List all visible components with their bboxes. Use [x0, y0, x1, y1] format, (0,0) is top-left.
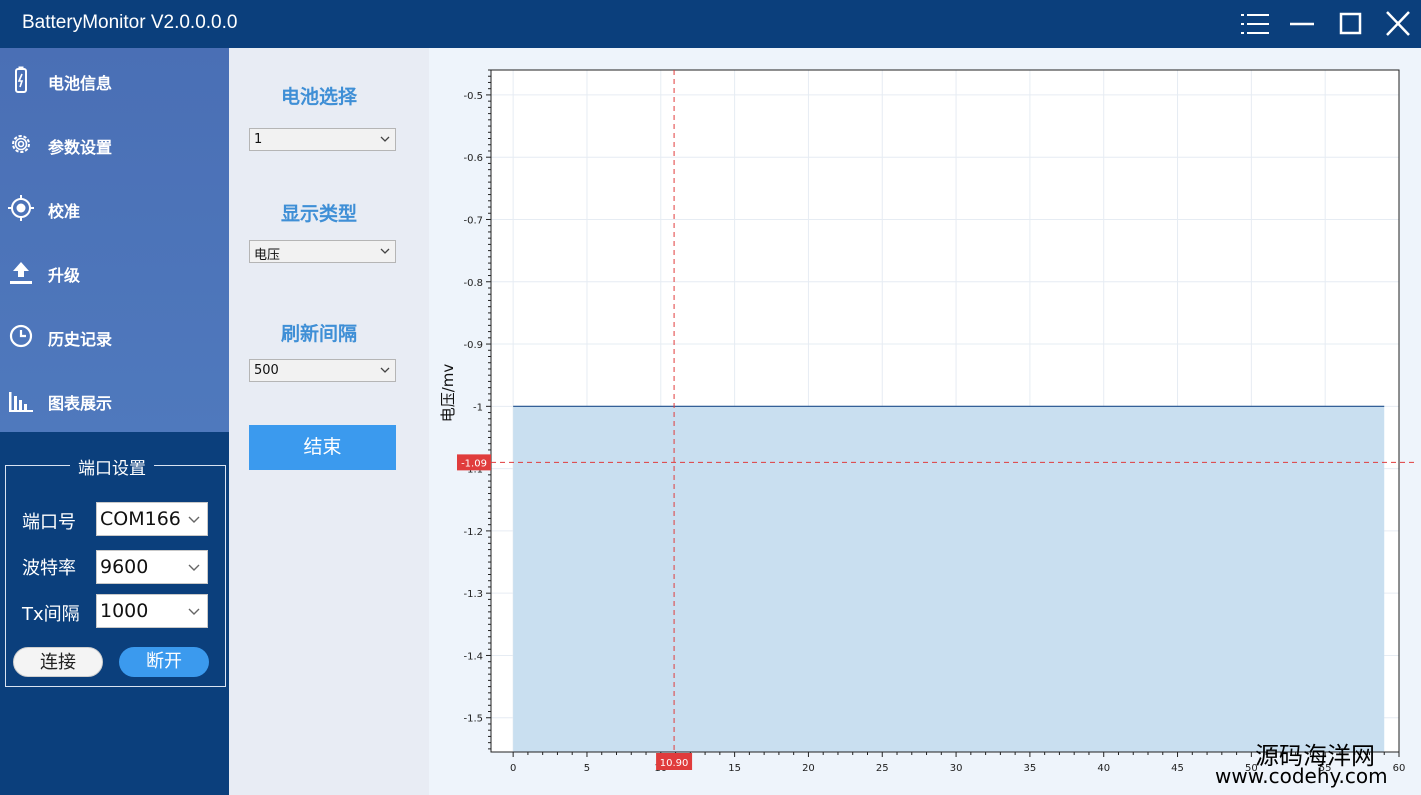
tx-interval-select[interactable]: 1000: [96, 594, 208, 628]
x-tick-label: 30: [950, 763, 963, 774]
watermark-url: www.codehy.com: [1215, 764, 1388, 788]
window-title: BatteryMonitor V2.0.0.0.0: [22, 12, 238, 33]
y-tick-label: -0.5: [463, 91, 483, 102]
sidebar-item-upgrade[interactable]: 升级: [0, 240, 229, 304]
chevron-down-icon: [188, 564, 200, 571]
x-tick-label: 60: [1393, 763, 1406, 774]
port-label: 端口号: [22, 512, 76, 533]
port-value: COM166: [100, 508, 181, 530]
chevron-down-icon: [380, 136, 390, 142]
disconnect-button[interactable]: 断开: [119, 647, 209, 677]
x-tick-label: 5: [584, 763, 590, 774]
voltage-chart[interactable]: 051015202530354045505560-0.5-0.6-0.7-0.8…: [429, 48, 1421, 795]
connect-button[interactable]: 连接: [13, 647, 103, 677]
sidebar-item-parameter-settings[interactable]: 参数设置: [0, 112, 229, 176]
tx-interval-value: 1000: [100, 600, 149, 622]
chevron-down-icon: [188, 516, 200, 523]
battery-icon: [8, 66, 34, 94]
battery-select[interactable]: 1: [249, 128, 396, 151]
tx-interval-label: Tx间隔: [22, 604, 80, 625]
x-tick-label: 20: [802, 763, 815, 774]
y-axis-title: 电压/mv: [439, 364, 457, 423]
sidebar-item-history[interactable]: 历史记录: [0, 304, 229, 368]
x-tick-label: 25: [876, 763, 889, 774]
sidebar-item-label: 校准: [48, 202, 81, 221]
port-settings-legend: 端口设置: [70, 454, 154, 479]
display-type-select[interactable]: 电压: [249, 240, 396, 263]
sidebar-item-chart-display[interactable]: 图表展示: [0, 368, 229, 432]
menu-icon[interactable]: [1238, 8, 1272, 40]
sidebar-item-label: 历史记录: [48, 330, 113, 349]
y-tick-label: -1.4: [463, 651, 483, 662]
sidebar: 电池信息 参数设置 校准 升级 历史记录 图表展示 端口设置 端口号 COM16…: [0, 48, 229, 795]
gear-icon: [8, 130, 34, 158]
maximize-icon[interactable]: [1333, 8, 1367, 40]
close-icon[interactable]: [1381, 8, 1415, 40]
upload-icon: [8, 258, 34, 286]
y-tick-label: -1.2: [463, 527, 483, 538]
clock-icon: [8, 322, 34, 350]
sidebar-item-label: 参数设置: [48, 138, 113, 157]
refresh-interval-label: 刷新间隔: [280, 323, 357, 345]
refresh-interval-value: 500: [254, 363, 279, 378]
battery-select-value: 1: [254, 132, 263, 147]
display-type-value: 电压: [254, 248, 281, 263]
crosshair-y-value: -1.09: [461, 458, 487, 469]
x-tick-label: 0: [510, 763, 516, 774]
y-tick-label: -1.5: [463, 714, 483, 725]
x-tick-label: 45: [1171, 763, 1184, 774]
crosshair-x-value: 10.90: [660, 758, 689, 769]
baud-value: 9600: [100, 556, 149, 578]
chevron-down-icon: [380, 248, 390, 254]
minimize-icon[interactable]: [1285, 8, 1319, 40]
y-tick-label: -1: [473, 402, 483, 413]
nav-list: 电池信息 参数设置 校准 升级 历史记录 图表展示: [0, 48, 229, 432]
chevron-down-icon: [380, 367, 390, 373]
y-tick-label: -0.9: [463, 340, 483, 351]
sidebar-item-calibration[interactable]: 校准: [0, 176, 229, 240]
x-tick-label: 40: [1097, 763, 1110, 774]
settings-panel: 电池选择 1 显示类型 电压 刷新间隔 500 结束: [229, 48, 429, 795]
y-tick-label: -0.8: [463, 278, 483, 289]
sidebar-item-label: 图表展示: [48, 394, 113, 413]
chevron-down-icon: [188, 608, 200, 615]
y-tick-label: -0.6: [463, 153, 483, 164]
baud-select[interactable]: 9600: [96, 550, 208, 584]
y-tick-label: -0.7: [463, 215, 483, 226]
app-window: BatteryMonitor V2.0.0.0.0 电池信息 参数设置 校准 升…: [0, 0, 1421, 795]
sidebar-item-label: 电池信息: [48, 74, 113, 93]
series-area: [513, 406, 1385, 752]
end-button[interactable]: 结束: [249, 425, 396, 470]
target-icon: [8, 194, 34, 222]
x-tick-label: 35: [1024, 763, 1037, 774]
sidebar-item-battery-info[interactable]: 电池信息: [0, 48, 229, 112]
chart-area[interactable]: 051015202530354045505560-0.5-0.6-0.7-0.8…: [429, 48, 1421, 795]
bar-chart-icon: [8, 386, 34, 414]
display-type-label: 显示类型: [280, 203, 357, 225]
y-tick-label: -1.3: [463, 589, 483, 600]
battery-select-label: 电池选择: [280, 86, 357, 108]
x-tick-label: 15: [728, 763, 741, 774]
title-bar: BatteryMonitor V2.0.0.0.0: [0, 0, 1421, 48]
port-select[interactable]: COM166: [96, 502, 208, 536]
refresh-interval-select[interactable]: 500: [249, 359, 396, 382]
sidebar-item-label: 升级: [48, 266, 81, 285]
baud-label: 波特率: [22, 558, 76, 579]
